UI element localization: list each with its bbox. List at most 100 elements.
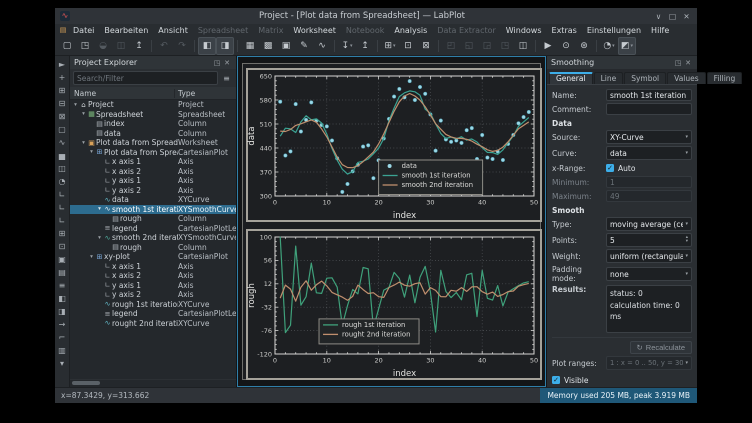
tree-hscrollbar[interactable] [70,379,236,387]
add-curve-tool-button[interactable]: ∿ [56,136,68,149]
tree-row-legend[interactable]: ≡legendCartesianPlotLegend [70,309,236,319]
curve-combobox[interactable]: data ▾ [606,146,692,160]
close-button[interactable]: ✕ [681,11,692,22]
menu-extras[interactable]: Extras [547,26,582,35]
zoom-select-tool-button[interactable]: ⊞ [56,84,68,97]
dock-float-icon[interactable]: ◳ [673,59,683,67]
open-project-button[interactable]: ◳ [76,37,94,55]
add-pie-tool-button[interactable]: ◔ [56,175,68,188]
plot-ranges-combobox[interactable]: 1 : x = 0 .. 50, y = 300 .. 650 ▾ [606,356,692,370]
tree-row-smooth-1st-iteration[interactable]: ▾∿smooth 1st iterationXYSmoothCurve [70,205,236,215]
tree-row-y-axis-2[interactable]: ∟y axis 2Axis [70,290,236,300]
tab-line[interactable]: Line [594,72,624,84]
add-x-axis-tool-button[interactable]: ∟ [56,201,68,214]
tree-row-y-axis-1[interactable]: ∟y axis 1Axis [70,281,236,291]
tab-symbol[interactable]: Symbol [624,72,666,84]
worksheet-page[interactable]: 01020304050300370440510580650indexdatada… [242,63,541,380]
arrow-tool-button[interactable]: → [56,318,68,331]
tree-row-legend[interactable]: ≡legendCartesianPlotLegend [70,224,236,234]
navigate-mode-button[interactable]: ⊠ [417,37,435,55]
name-field[interactable] [606,89,692,101]
expander-icon[interactable]: ▾ [72,102,79,108]
fullscreen-button[interactable]: ⊙ [557,37,575,55]
tab-general[interactable]: General [549,72,593,84]
new-curve-button[interactable]: ∿ [313,37,331,55]
add-legend-tool-button[interactable]: ≡ [56,279,68,292]
menu-ansicht[interactable]: Ansicht [153,26,193,35]
tree-row-data[interactable]: ▤dataColumn [70,129,236,139]
tree-row-plot-data-from-spreadsheet[interactable]: ▾⊞Plot data from SpreadsheetCartesianPlo… [70,148,236,158]
tree-row-x-axis-1[interactable]: ∟x axis 1Axis [70,157,236,167]
dock-close-icon[interactable]: ✕ [222,59,232,67]
spinner-arrows-icon[interactable]: ▴▾ [686,236,688,244]
type-combobox[interactable]: moving average (central) ▾ [606,217,692,231]
minimum-field[interactable] [606,176,692,188]
title-bar[interactable]: ∿ Project - [Plot data from Spreadsheet]… [55,8,697,24]
refresh-button[interactable]: ⊛ [575,37,593,55]
tree-row-spreadsheet[interactable]: ▾▦SpreadsheetSpreadsheet [70,110,236,120]
dock-float-icon[interactable]: ◳ [212,59,222,67]
menu-bearbeiten[interactable]: Bearbeiten [99,26,153,35]
more-tools-button[interactable]: ▾ [56,357,68,370]
select-region-tool-button[interactable]: ▢ [56,123,68,136]
tree-row-rought-2nd-iteration[interactable]: ∿rought 2nd iterationXYCurve [70,319,236,329]
filter-options-icon[interactable]: ≡ [220,72,233,85]
dock-close-icon[interactable]: ✕ [683,59,693,67]
tab-filling[interactable]: Filling [707,72,743,84]
new-project-button[interactable]: ▢ [58,37,76,55]
new-matrix-button[interactable]: ▩ [259,37,277,55]
toggle-properties-dock-button[interactable]: ◨ [216,37,234,55]
tab-values[interactable]: Values [667,72,706,84]
expander-icon[interactable]: ▾ [80,140,87,146]
maximize-button[interactable]: □ [667,11,678,22]
new-spreadsheet-button[interactable]: ▦ [241,37,259,55]
select-mode-button[interactable]: ◩▾ [618,37,636,55]
rough-plot[interactable]: 01020304050-120-76-321256100indexroughro… [246,229,542,380]
new-worksheet-button[interactable]: ▣ [277,37,295,55]
export-data-button[interactable]: ↥ [356,37,374,55]
points-spinbox[interactable]: 5 ▴▾ [606,233,692,247]
add-axis-tool-button[interactable]: ∟ [56,188,68,201]
maximum-field[interactable] [606,190,692,202]
recalculate-button[interactable]: ↻ Recalculate [630,341,693,354]
expander-icon[interactable]: ▾ [88,254,95,260]
search-input[interactable] [73,71,218,85]
add-inset-plot-tool-button[interactable]: ⊡ [56,240,68,253]
zoom-y-tool-button[interactable]: ⊠ [56,110,68,123]
shape-rect-tool-button[interactable]: ◧ [56,292,68,305]
tree-columns-header[interactable]: Name Type [70,87,236,100]
visible-checkbox[interactable]: ✓ [552,376,560,384]
menu-analysis[interactable]: Analysis [389,26,432,35]
expander-icon[interactable]: ▾ [96,206,103,212]
comment-field[interactable] [606,103,692,115]
menu-hilfe[interactable]: Hilfe [646,26,674,35]
new-note-button[interactable]: ✎ [295,37,313,55]
tree-row-y-axis-2[interactable]: ∟y axis 2Axis [70,186,236,196]
smooth-plot[interactable]: 01020304050300370440510580650indexdatada… [246,68,542,222]
column-header-type[interactable]: Type [174,89,236,98]
tree-row-smooth-2nd-iteration[interactable]: ▾∿smooth 2nd iterationXYSmoothCurve [70,233,236,243]
expander-icon[interactable]: ▾ [88,149,95,155]
worksheet-view[interactable]: 01020304050300370440510580650indexdatada… [237,56,546,387]
export-button[interactable]: ↥ [130,37,148,55]
tree-row-x-axis-2[interactable]: ∟x axis 2Axis [70,271,236,281]
tree-row-rough[interactable]: ▤roughColumn [70,243,236,253]
import-data-button[interactable]: ↧▾ [338,37,356,55]
cursor-tool-button[interactable]: ► [56,58,68,71]
tree-row-data[interactable]: ∿dataXYCurve [70,195,236,205]
tree-row-xy-plot[interactable]: ▾⊞xy-plotCartesianPlot [70,252,236,262]
weight-combobox[interactable]: uniform (rectangular) ▾ [606,249,692,263]
add-image-tool-button[interactable]: ▣ [56,253,68,266]
tree-row-x-axis-2[interactable]: ∟x axis 2Axis [70,167,236,177]
add-text-tool-button[interactable]: ▤ [56,266,68,279]
menu-windows[interactable]: Windows [501,26,547,35]
tree-row-project[interactable]: ▾⌂ProjectProject [70,100,236,110]
expander-icon[interactable]: ▾ [96,235,103,241]
zoom-mode-button[interactable]: ⊞▾ [381,37,399,55]
presenter-mode-button[interactable]: ▶ [539,37,557,55]
minimize-button[interactable]: ∨ [653,11,664,22]
add-plot-tool-button[interactable]: ⊞ [56,227,68,240]
expander-icon[interactable]: ▾ [80,111,87,117]
zoom-fit-button[interactable]: ⊡ [399,37,417,55]
source-combobox[interactable]: XY-Curve ▾ [606,130,692,144]
